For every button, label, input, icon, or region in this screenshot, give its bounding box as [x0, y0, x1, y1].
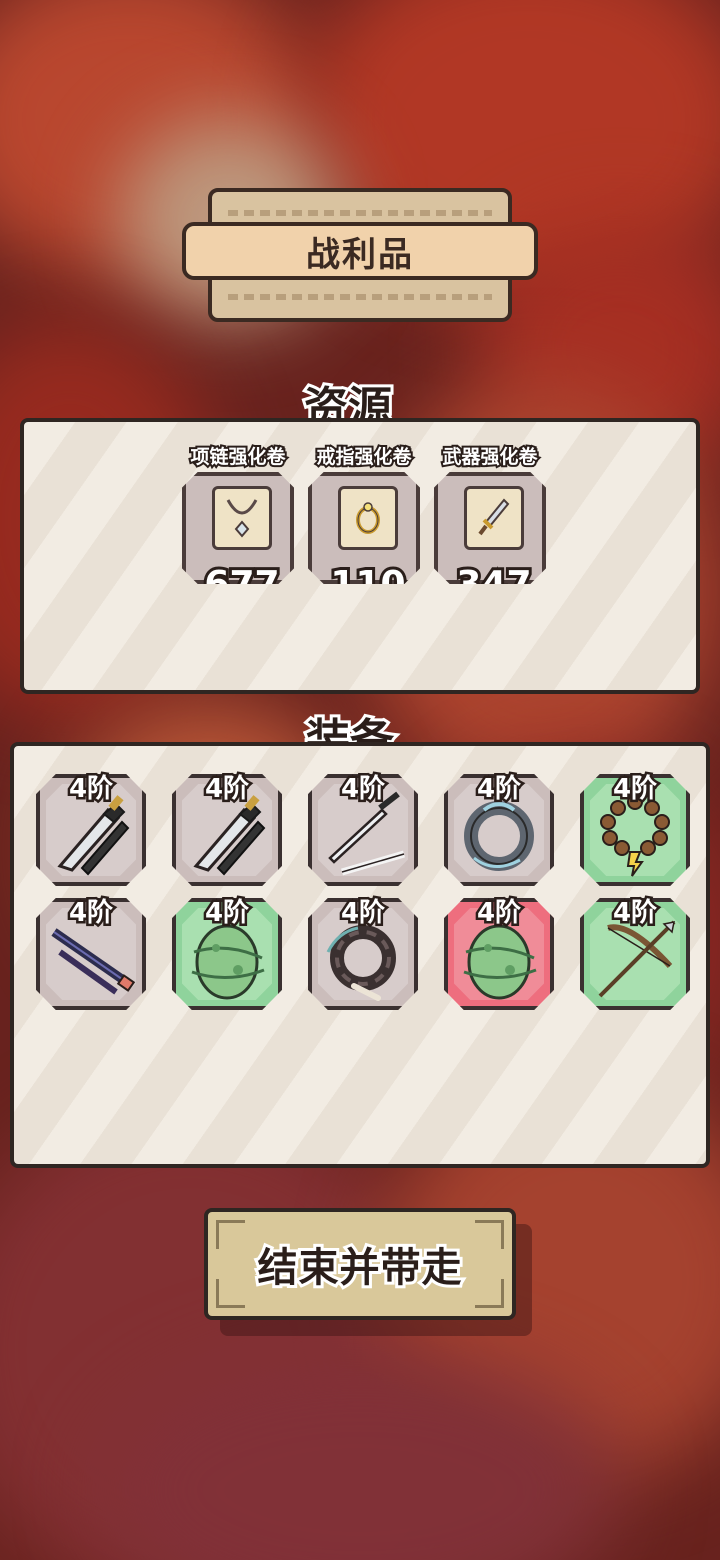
- weapon-scroll-icon: [464, 486, 524, 550]
- banner-plate: 战利品: [182, 222, 538, 280]
- resource-label: 戒指强化卷: [314, 444, 413, 470]
- equipment-panel: 4阶 4阶 4阶 4阶 4阶 4阶 4阶 4阶 4阶 4阶: [10, 742, 710, 1168]
- tier-label: 4阶: [202, 896, 251, 931]
- equipment-item[interactable]: 4阶: [172, 772, 282, 886]
- resource-label: 项链强化卷: [188, 444, 287, 470]
- resource-count: 677: [201, 561, 282, 605]
- resource-slot: 677: [182, 472, 294, 584]
- resource-count: 347: [453, 561, 534, 605]
- tier-label: 4阶: [202, 772, 251, 807]
- tier-label: 4阶: [610, 896, 659, 931]
- tier-label: 4阶: [338, 772, 387, 807]
- resource-slot: 110: [308, 472, 420, 584]
- equipment-item[interactable]: 4阶: [444, 896, 554, 1010]
- resources-panel: 项链强化卷 677 戒指强化卷 110 武器强化卷 347: [20, 418, 700, 694]
- equipment-item[interactable]: 4阶: [172, 896, 282, 1010]
- tier-label: 4阶: [610, 772, 659, 807]
- tier-label: 4阶: [474, 772, 523, 807]
- end-and-take-label: 结束并带走: [255, 1242, 465, 1294]
- tier-label: 4阶: [474, 896, 523, 931]
- equipment-item[interactable]: 4阶: [580, 772, 690, 886]
- equipment-item[interactable]: 4阶: [36, 896, 146, 1010]
- equipment-item[interactable]: 4阶: [308, 896, 418, 1010]
- resource-slot: 347: [434, 472, 546, 584]
- necklace-scroll-icon: [212, 486, 272, 550]
- equipment-item[interactable]: 4阶: [36, 772, 146, 886]
- title-banner: 战利品: [182, 188, 538, 322]
- resource-label: 武器强化卷: [440, 444, 539, 470]
- equipment-item[interactable]: 4阶: [580, 896, 690, 1010]
- tier-label: 4阶: [66, 896, 115, 931]
- equipment-item[interactable]: 4阶: [444, 772, 554, 886]
- page-title: 战利品: [306, 234, 414, 275]
- resource-count: 110: [327, 561, 408, 605]
- equipment-item[interactable]: 4阶: [308, 772, 418, 886]
- tier-label: 4阶: [338, 896, 387, 931]
- ring-scroll-icon: [338, 486, 398, 550]
- end-and-take-button[interactable]: 结束并带走: [204, 1208, 516, 1320]
- tier-label: 4阶: [66, 772, 115, 807]
